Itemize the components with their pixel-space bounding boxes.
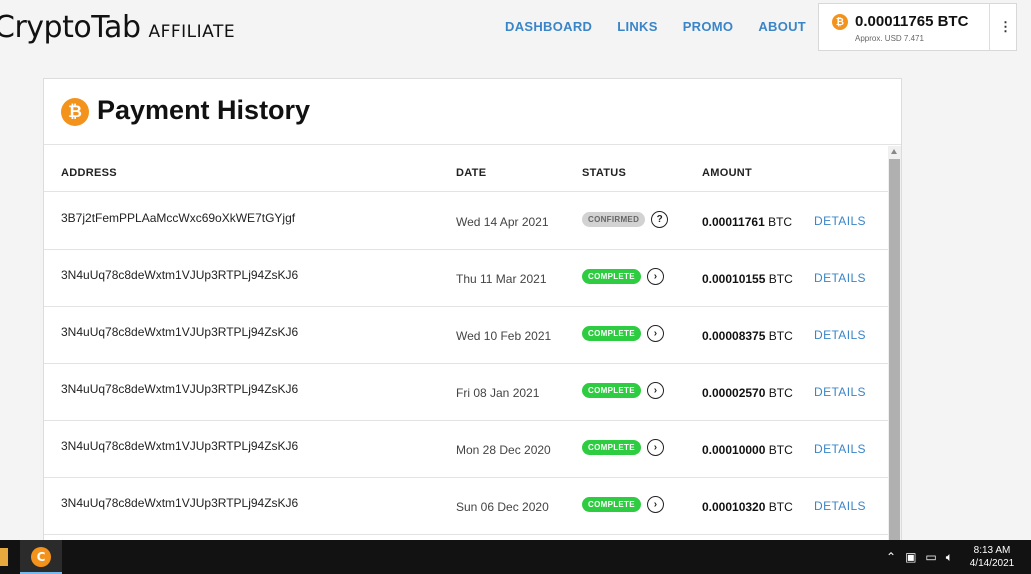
amount-unit: BTC <box>768 215 793 229</box>
column-status: STATUS <box>582 167 627 179</box>
webcam-icon[interactable]: ▣ <box>905 550 916 564</box>
nav-about[interactable]: ABOUT <box>758 19 806 34</box>
status-badge: COMPLETE <box>582 383 641 398</box>
scroll-up-arrow-icon[interactable] <box>891 149 897 154</box>
row-amount: 0.00008375 BTC <box>702 329 793 343</box>
nav-promo[interactable]: PROMO <box>683 19 734 34</box>
file-explorer-icon[interactable] <box>0 548 8 566</box>
logo-sub: AFFILIATE <box>148 22 236 42</box>
row-status: COMPLETE › <box>582 382 664 399</box>
row-address: 3N4uUq78c8deWxtm1VJUp3RTPLj94ZsKJ6 <box>61 496 299 510</box>
amount-unit: BTC <box>768 443 793 457</box>
arrow-right-circle-icon[interactable]: › <box>646 268 664 285</box>
question-icon[interactable]: ? <box>651 211 669 228</box>
arrow-right-circle-icon[interactable]: › <box>646 382 664 399</box>
amount-unit: BTC <box>768 386 793 400</box>
volume-icon[interactable]: 🔈︎ <box>946 550 953 565</box>
amount-unit: BTC <box>768 329 793 343</box>
balance-divider <box>989 4 990 50</box>
top-bar: CryptoTab AFFILIATE DASHBOARD LINKS PROM… <box>0 0 1031 56</box>
table-row: 3N4uUq78c8deWxtm1VJUp3RTPLj94ZsKJ6 Thu 11… <box>44 250 888 307</box>
scrollbar[interactable] <box>888 146 901 547</box>
amount-value: 0.00008375 <box>702 329 766 343</box>
amount-value: 0.00002570 <box>702 386 766 400</box>
balance-usd: Approx. USD 7.471 <box>855 34 924 43</box>
table-row: 3N4uUq78c8deWxtm1VJUp3RTPLj94ZsKJ6 Mon 28… <box>44 421 888 478</box>
row-amount: 0.00002570 BTC <box>702 386 793 400</box>
nav-links[interactable]: LINKS <box>617 19 658 34</box>
chevron-up-icon[interactable]: ⌃ <box>886 550 896 564</box>
main-nav: DASHBOARD LINKS PROMO ABOUT <box>505 19 831 34</box>
amount-value: 0.00010320 <box>702 500 766 514</box>
amount-unit: BTC <box>768 272 793 286</box>
row-amount: 0.00010000 BTC <box>702 443 793 457</box>
logo-main: CryptoTab <box>0 10 141 45</box>
arrow-right-circle-icon[interactable]: › <box>646 325 664 342</box>
status-badge: COMPLETE <box>582 440 641 455</box>
table-row: 3N4uUq78c8deWxtm1VJUp3RTPLj94ZsKJ6 Wed 10… <box>44 307 888 364</box>
row-date: Thu 11 Mar 2021 <box>456 272 547 286</box>
row-status: COMPLETE › <box>582 496 664 513</box>
details-link[interactable]: DETAILS <box>814 271 866 285</box>
logo[interactable]: CryptoTab AFFILIATE <box>0 10 235 45</box>
status-badge: COMPLETE <box>582 326 641 341</box>
row-status: CONFIRMED? <box>582 211 669 228</box>
table-row: 3N4uUq78c8deWxtm1VJUp3RTPLj94ZsKJ6 Fri 08… <box>44 364 888 421</box>
details-link[interactable]: DETAILS <box>814 385 866 399</box>
row-amount: 0.00010155 BTC <box>702 272 793 286</box>
arrow-right-circle-icon[interactable]: › <box>646 496 664 513</box>
details-link[interactable]: DETAILS <box>814 214 866 228</box>
taskbar: C ⌃ ▣ ▭ 🔈︎ 8:13 AM 4/14/2021 <box>0 540 1031 574</box>
more-options-icon[interactable]: ⋮ <box>999 19 1012 35</box>
bitcoin-icon: ₿ <box>832 14 848 30</box>
row-status: COMPLETE › <box>582 439 664 456</box>
row-amount: 0.00010320 BTC <box>702 500 793 514</box>
details-link[interactable]: DETAILS <box>814 328 866 342</box>
scrollbar-thumb[interactable] <box>889 159 900 547</box>
amount-value: 0.00011761 <box>702 215 765 229</box>
table-row: 3B7j2tFemPPLAaMccWxc69oXkWE7tGYjgf Wed 14… <box>44 193 888 250</box>
row-date: Sun 06 Dec 2020 <box>456 500 549 514</box>
row-status: COMPLETE › <box>582 268 664 285</box>
row-address: 3N4uUq78c8deWxtm1VJUp3RTPLj94ZsKJ6 <box>61 382 299 396</box>
bitcoin-icon: ₿ <box>61 98 89 126</box>
row-status: COMPLETE › <box>582 325 664 342</box>
row-address: 3N4uUq78c8deWxtm1VJUp3RTPLj94ZsKJ6 <box>61 268 299 282</box>
row-address: 3N4uUq78c8deWxtm1VJUp3RTPLj94ZsKJ6 <box>61 439 299 453</box>
cryptotab-browser-icon: C <box>31 547 51 567</box>
payment-history-card: ₿ Payment History ADDRESS DATE STATUS AM… <box>43 78 902 548</box>
row-address: 3N4uUq78c8deWxtm1VJUp3RTPLj94ZsKJ6 <box>61 325 299 339</box>
taskbar-app-cryptotab[interactable]: C <box>20 540 62 574</box>
clock-date: 4/14/2021 <box>969 558 1015 569</box>
amount-value: 0.00010000 <box>702 443 766 457</box>
row-address: 3B7j2tFemPPLAaMccWxc69oXkWE7tGYjgf <box>61 211 296 225</box>
balance-value: 0.00011765 BTC <box>855 13 969 30</box>
row-date: Wed 14 Apr 2021 <box>456 215 549 229</box>
row-amount: 0.00011761 BTC <box>702 215 792 229</box>
clock-time: 8:13 AM <box>973 545 1011 556</box>
network-icon[interactable]: ▭ <box>925 550 936 564</box>
table-header: ADDRESS DATE STATUS AMOUNT <box>44 146 888 192</box>
arrow-right-circle-icon[interactable]: › <box>646 439 664 456</box>
row-date: Wed 10 Feb 2021 <box>456 329 552 343</box>
status-badge: COMPLETE <box>582 497 641 512</box>
card-header: ₿ Payment History <box>44 79 901 145</box>
amount-value: 0.00010155 <box>702 272 766 286</box>
nav-dashboard[interactable]: DASHBOARD <box>505 19 592 34</box>
column-address: ADDRESS <box>61 167 117 179</box>
row-date: Mon 28 Dec 2020 <box>456 443 551 457</box>
system-clock[interactable]: 8:13 AM 4/14/2021 <box>962 544 1022 570</box>
details-link[interactable]: DETAILS <box>814 499 866 513</box>
system-tray: ⌃ ▣ ▭ 🔈︎ <box>886 540 962 574</box>
row-date: Fri 08 Jan 2021 <box>456 386 540 400</box>
column-amount: AMOUNT <box>702 167 753 179</box>
column-date: DATE <box>456 167 487 179</box>
table-row: 3N4uUq78c8deWxtm1VJUp3RTPLj94ZsKJ6 Sun 06… <box>44 478 888 535</box>
details-link[interactable]: DETAILS <box>814 442 866 456</box>
status-badge: CONFIRMED <box>582 212 646 227</box>
amount-unit: BTC <box>768 500 793 514</box>
status-badge: COMPLETE <box>582 269 641 284</box>
balance-widget[interactable]: ₿ 0.00011765 BTC Approx. USD 7.471 ⋮ <box>818 3 1017 51</box>
page-title: Payment History <box>97 95 311 125</box>
